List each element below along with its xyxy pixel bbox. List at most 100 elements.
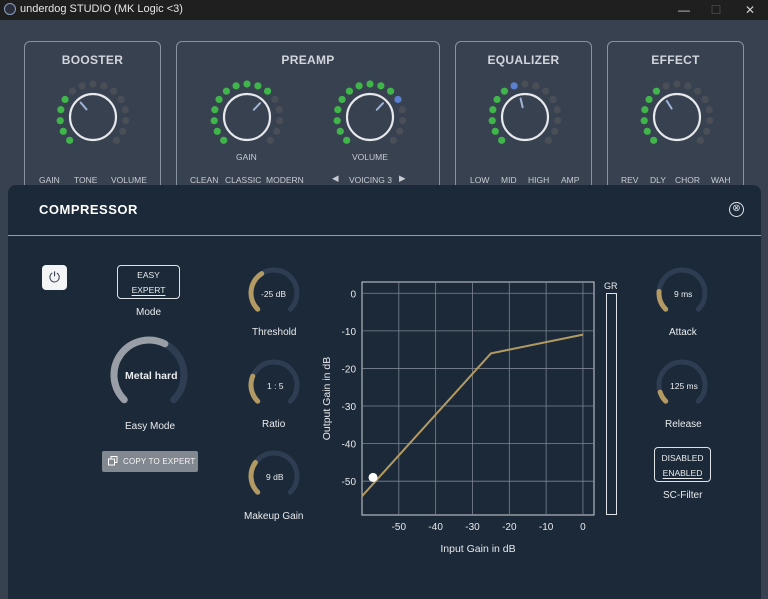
knob-led (213, 127, 221, 135)
knob-led (386, 87, 395, 95)
sc-filter-option-disabled[interactable]: DISABLED (655, 453, 710, 463)
knob-led (521, 80, 529, 88)
mode-option-expert[interactable]: EXPERT (118, 285, 179, 295)
knob-body (500, 92, 550, 142)
knob-led (345, 87, 354, 95)
knob-body (68, 92, 118, 142)
knob-led (541, 87, 550, 95)
x-tick-label: -20 (502, 522, 517, 533)
compressor-close-icon[interactable]: ⊗ (729, 202, 744, 217)
voicing-next-button[interactable]: ▶ (399, 173, 406, 184)
preamp-option-clean[interactable]: CLEAN (190, 175, 218, 185)
threshold-label: Threshold (252, 327, 297, 338)
copy-icon (108, 456, 118, 466)
booster-option-tone[interactable]: TONE (74, 175, 97, 185)
voicing-prev-button[interactable]: ◀ (332, 173, 339, 184)
knob-led (119, 127, 127, 135)
y-tick-label: 0 (350, 289, 356, 300)
eq-option-mid[interactable]: MID (501, 175, 517, 185)
knob-led (68, 87, 77, 95)
knob-led (61, 95, 69, 104)
knob-led (399, 117, 407, 125)
transfer-curve-chart[interactable]: -50 -40 -30 -20 -10 0 0 -10 -20 -30 -40 -50 Input Ga… (322, 277, 602, 557)
knob-led (109, 87, 118, 95)
knob-led (640, 117, 648, 125)
eq-option-low[interactable]: LOW (470, 175, 489, 185)
sc-filter-option-enabled[interactable]: ENABLED (655, 468, 710, 478)
x-tick-label: 0 (580, 522, 586, 533)
knob-led (706, 117, 714, 125)
knob-led (112, 136, 120, 144)
effect-option-rev[interactable]: REV (621, 175, 638, 185)
knob-led (396, 127, 404, 135)
knob-led (696, 136, 704, 144)
knob-led (650, 136, 658, 144)
compressor-title: COMPRESSOR (39, 202, 138, 217)
power-icon[interactable]: ⏻ (42, 265, 67, 290)
mode-label: Mode (136, 307, 162, 318)
mode-option-easy[interactable]: EASY (118, 270, 179, 280)
equalizer-knob[interactable] (480, 72, 570, 162)
x-tick-label: -50 (392, 522, 407, 533)
knob-led (553, 106, 561, 114)
effect-module: EFFECT REV DLY CHOR WAH (607, 41, 744, 191)
x-axis-label: Input Gain in dB (440, 543, 515, 555)
booster-knob[interactable] (48, 72, 138, 162)
knob-led (500, 87, 509, 95)
preamp-volume-knob[interactable] (325, 72, 415, 162)
close-window-button[interactable]: ✕ (734, 0, 766, 20)
knob-led (266, 136, 274, 144)
knob-led (100, 82, 108, 90)
title-bar: underdog STUDIO (MK Logic <3) — ☐ ✕ (0, 0, 768, 20)
knob-led (220, 136, 228, 144)
effect-knob[interactable] (632, 72, 722, 162)
makeup-gain-value: 9 dB (266, 472, 284, 482)
knob-led (641, 106, 649, 114)
y-tick-label: -40 (342, 440, 357, 451)
sc-filter-label: SC-Filter (663, 490, 703, 501)
knob-led (493, 95, 501, 104)
knob-led (544, 136, 552, 144)
sc-filter-selector[interactable]: DISABLED ENABLED (654, 447, 711, 482)
ratio-value: 1 : 5 (267, 381, 284, 391)
gr-label: GR (604, 281, 618, 291)
knob-led (377, 82, 385, 90)
effect-option-wah[interactable]: WAH (711, 175, 731, 185)
effect-title: EFFECT (651, 53, 700, 67)
knob-led (701, 95, 709, 104)
preamp-option-modern[interactable]: MODERN (266, 175, 304, 185)
effect-option-dly[interactable]: DLY (650, 175, 666, 185)
preamp-option-classic[interactable]: CLASSIC (225, 175, 261, 185)
effect-option-chor[interactable]: CHOR (675, 175, 700, 185)
knob-led (394, 95, 402, 104)
knob-led (389, 136, 397, 144)
preamp-gain-label: GAIN (236, 152, 257, 162)
knob-value-arc (657, 389, 669, 404)
booster-option-volume[interactable]: VOLUME (111, 175, 147, 185)
eq-option-amp[interactable]: AMP (561, 175, 579, 185)
knob-led (645, 95, 653, 104)
knob-led (551, 127, 559, 135)
minimize-button[interactable]: — (668, 0, 700, 20)
compressor-divider (8, 235, 761, 236)
x-tick-label: -10 (539, 522, 554, 533)
eq-option-high[interactable]: HIGH (528, 175, 549, 185)
knob-led (549, 95, 557, 104)
knob-led (652, 87, 661, 95)
knob-led (211, 106, 219, 114)
knob-led (343, 136, 351, 144)
preamp-gain-knob[interactable] (202, 72, 292, 162)
knob-led (263, 87, 272, 95)
knob-led (78, 82, 86, 90)
booster-option-gain[interactable]: GAIN (39, 175, 60, 185)
knob-led (59, 127, 67, 135)
x-tick-label: -40 (428, 522, 443, 533)
release-value: 125 ms (670, 381, 698, 391)
mode-selector[interactable]: EASY EXPERT (117, 265, 180, 299)
maximize-button: ☐ (710, 3, 722, 17)
knob-led (243, 80, 251, 88)
knob-led (222, 87, 231, 95)
knob-value-arc (248, 459, 261, 495)
knob-body (222, 92, 272, 142)
copy-to-expert-button[interactable]: COPY TO EXPERT (102, 451, 198, 472)
